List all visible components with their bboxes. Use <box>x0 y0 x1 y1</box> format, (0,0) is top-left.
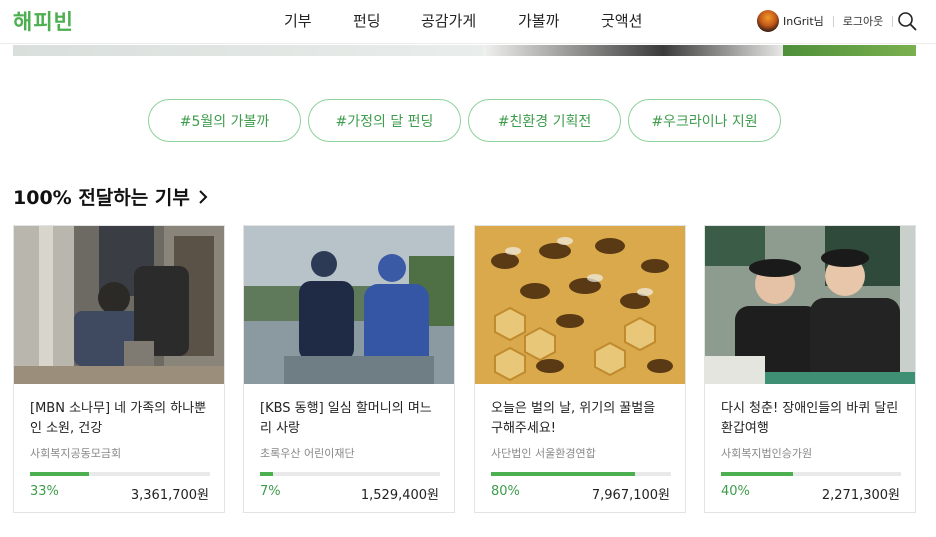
card-image[interactable] <box>244 226 454 384</box>
avatar[interactable] <box>757 10 779 32</box>
progress-percent: 80% <box>491 484 520 499</box>
section-title-text: 100% 전달하는 기부 <box>13 187 190 209</box>
chevron-right-icon <box>199 189 208 204</box>
card-organization: 사회복지법인승가원 <box>721 447 813 460</box>
progress-fill <box>260 472 273 476</box>
nav-item-trips[interactable]: 가볼까 <box>518 10 559 31</box>
card-organization: 사회복지공동모금회 <box>30 447 122 460</box>
logout-link[interactable]: 로그아웃 <box>843 13 883 29</box>
raised-amount: 3,361,700원 <box>130 488 209 503</box>
donation-card[interactable]: [MBN 소나무] 네 가족의 하나뿐인 소원, 건강 사회복지공동모금회 33… <box>13 225 225 513</box>
card-title[interactable]: [KBS 동행] 일심 할머니의 며느리 사랑 <box>260 399 440 439</box>
progress-fill <box>30 472 90 476</box>
nav-item-funding[interactable]: 펀딩 <box>353 10 381 31</box>
top-header: 해피빈 기부 펀딩 공감가게 가볼까 굿액션 InGrit님 로그아웃 <box>0 0 936 44</box>
card-image[interactable] <box>14 226 224 384</box>
section-title[interactable]: 100% 전달하는 기부 <box>13 183 210 210</box>
hashtag-eco-exhibition[interactable]: #친환경 기획전 <box>468 99 621 142</box>
raised-amount: 7,967,100원 <box>591 488 670 503</box>
divider <box>892 15 894 27</box>
card-organization: 사단법인 서울환경연합 <box>491 447 596 460</box>
donation-card[interactable]: 오늘은 벌의 날, 위기의 꿀벌을 구해주세요! 사단법인 서울환경연합 80%… <box>474 225 686 513</box>
progress-fill <box>491 472 635 476</box>
user-name[interactable]: InGrit님 <box>783 13 824 29</box>
nav-item-good-action[interactable]: 굿액션 <box>601 10 642 31</box>
raised-amount: 2,271,300원 <box>821 488 900 503</box>
hero-banner[interactable] <box>13 45 916 56</box>
progress-bar <box>491 472 671 476</box>
progress-percent: 7% <box>260 484 281 499</box>
user-area: InGrit님 로그아웃 <box>757 9 902 33</box>
progress-bar <box>260 472 440 476</box>
hashtag-family-funding[interactable]: #가정의 달 펀딩 <box>308 99 461 142</box>
nav-item-donate[interactable]: 기부 <box>284 10 312 31</box>
progress-bar <box>30 472 210 476</box>
hashtag-ukraine-support[interactable]: #우크라이나 지원 <box>628 99 781 142</box>
card-image[interactable] <box>475 226 685 384</box>
donation-card[interactable]: [KBS 동행] 일심 할머니의 며느리 사랑 초록우산 어린이재단 7% 1,… <box>243 225 455 513</box>
card-title[interactable]: 오늘은 벌의 날, 위기의 꿀벌을 구해주세요! <box>491 399 671 439</box>
progress-fill <box>721 472 793 476</box>
card-image[interactable] <box>705 226 915 384</box>
progress-bar <box>721 472 901 476</box>
card-organization: 초록우산 어린이재단 <box>260 447 355 460</box>
search-icon[interactable] <box>897 11 917 31</box>
card-title[interactable]: [MBN 소나무] 네 가족의 하나뿐인 소원, 건강 <box>30 399 210 439</box>
hashtag-may-trips[interactable]: #5월의 가볼까 <box>148 99 301 142</box>
divider <box>832 15 834 27</box>
nav-item-shop[interactable]: 공감가게 <box>421 10 476 31</box>
progress-percent: 40% <box>721 484 750 499</box>
raised-amount: 1,529,400원 <box>360 488 439 503</box>
card-title[interactable]: 다시 청춘! 장애인들의 바퀴 달린 환갑여행 <box>721 399 901 439</box>
donation-card[interactable]: 다시 청춘! 장애인들의 바퀴 달린 환갑여행 사회복지법인승가원 40% 2,… <box>704 225 916 513</box>
progress-percent: 33% <box>30 484 59 499</box>
